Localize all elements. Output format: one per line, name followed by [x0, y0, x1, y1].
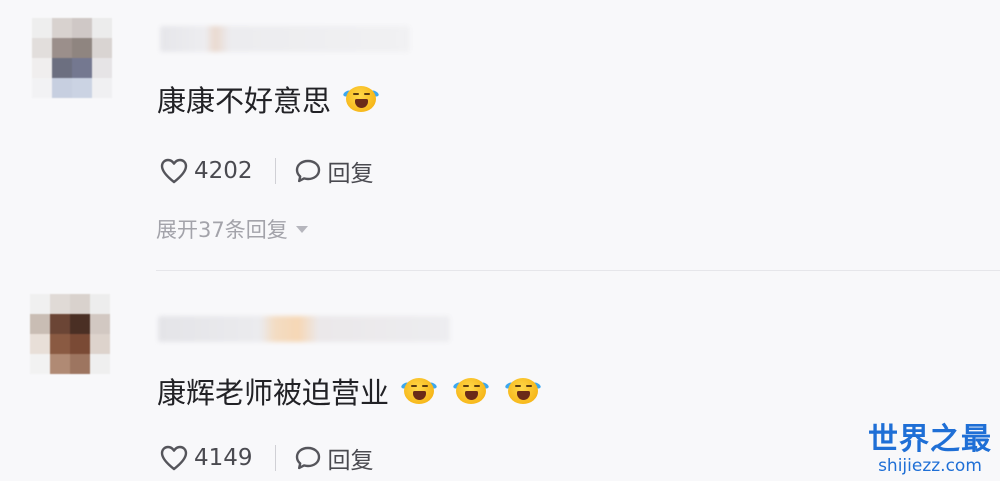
reply-label: 回复 [327, 161, 374, 187]
avatar[interactable] [30, 294, 110, 374]
divider [274, 158, 276, 184]
speech-bubble-icon [294, 158, 322, 184]
like-count: 4149 [194, 445, 253, 471]
laughing-crying-emoji-icon [504, 376, 542, 406]
laughing-crying-emoji-icon [452, 376, 490, 406]
like-button[interactable]: 4149 [160, 445, 253, 471]
heart-icon [160, 158, 188, 184]
divider [274, 445, 276, 471]
like-button[interactable]: 4202 [160, 158, 253, 184]
reply-button[interactable]: 回复 [294, 154, 374, 188]
reply-label: 回复 [327, 448, 374, 474]
laughing-crying-emoji-icon [400, 376, 438, 406]
caret-down-icon [295, 225, 308, 233]
avatar[interactable] [32, 18, 112, 98]
comment-text-content: 康辉老师被迫营业 [157, 376, 390, 410]
watermark-title: 世界之最 [868, 422, 992, 457]
expand-replies-label: 展开37条回复 [156, 218, 288, 242]
watermark-url: shijiezz.com [878, 456, 982, 476]
username-blurred[interactable] [160, 26, 410, 52]
comment-separator [156, 270, 1000, 271]
comment-text: 康辉老师被迫营业 [157, 370, 542, 412]
comment-actions: 4149 回复 [160, 441, 374, 475]
comment-text: 康康不好意思 [157, 78, 380, 120]
laughing-crying-emoji-icon [342, 84, 380, 114]
comment-actions: 4202 回复 [160, 154, 374, 188]
watermark: 世界之最 shijiezz.com [868, 422, 992, 476]
reply-button[interactable]: 回复 [294, 441, 374, 475]
comment-text-content: 康康不好意思 [157, 84, 332, 118]
like-count: 4202 [194, 158, 253, 184]
comment-item: 康辉老师被迫营业 4149 回复 [0, 272, 1000, 481]
heart-icon [160, 445, 188, 471]
expand-replies-button[interactable]: 展开37条回复 [156, 214, 308, 244]
username-blurred[interactable] [158, 316, 450, 342]
comment-item: 康康不好意思 4202 回复 展开37条回复 [0, 0, 1000, 270]
speech-bubble-icon [294, 445, 322, 471]
